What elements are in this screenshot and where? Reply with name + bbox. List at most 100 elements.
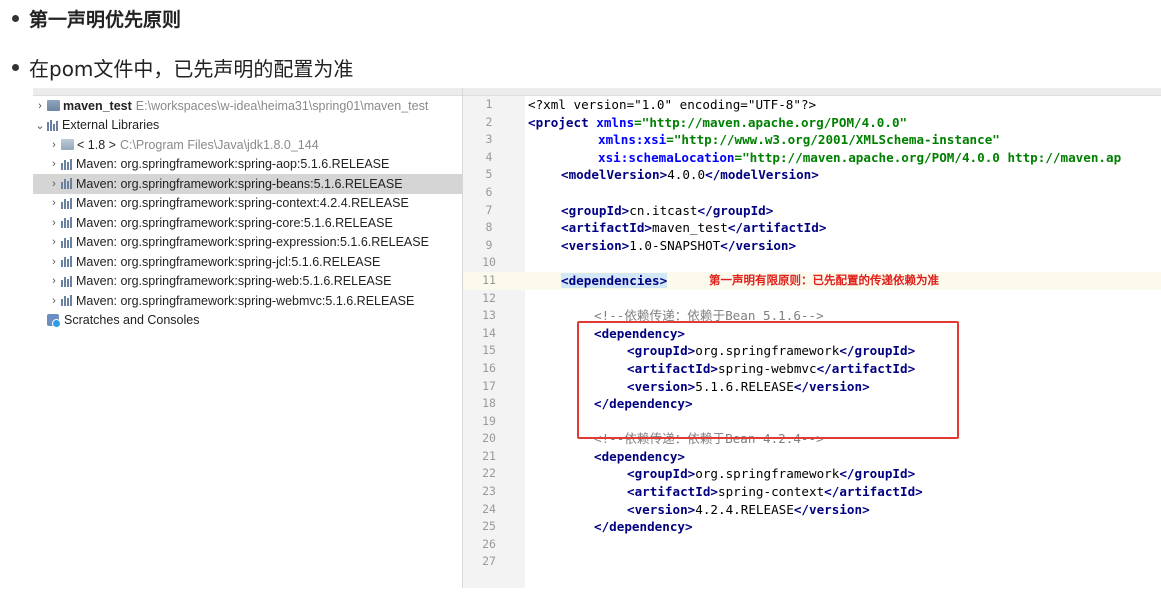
tree-item-library[interactable]: › Maven: org.springframework:spring-core… [33, 213, 462, 233]
maven-library-icon [61, 158, 73, 170]
code-token: </groupId> [697, 202, 774, 218]
bullet-heading: 第一声明优先原则 [4, 4, 181, 32]
tree-item-jdk[interactable]: › < 1.8 > C:\Program Files\Java\jdk1.8.0… [33, 135, 462, 155]
tree-item-project-root[interactable]: › maven_test E:\workspaces\w-idea\heima3… [33, 96, 462, 116]
dependencies-tag: <dependencies> [561, 272, 668, 288]
code-token: version [634, 501, 688, 517]
maven-library-icon [61, 236, 73, 248]
tree-item-library[interactable]: › Maven: org.springframework:spring-web:… [33, 272, 462, 292]
code-line: 21 <dependency> [463, 448, 1161, 466]
maven-library-icon [61, 217, 73, 229]
jdk-folder-icon [61, 139, 74, 151]
chevron-right-icon[interactable]: › [47, 178, 61, 190]
tree-item-library[interactable]: › Maven: org.springframework:spring-aop:… [33, 155, 462, 175]
line-number: 4 [485, 149, 493, 164]
code-line: 22 <groupId>org.springframework</groupId> [463, 465, 1161, 483]
chevron-right-icon[interactable]: › [47, 275, 61, 287]
code-line: 26 [463, 536, 1161, 554]
tree-item-library[interactable]: › Maven: org.springframework:spring-webm… [33, 291, 462, 311]
code-token: <version>4.2.4.RELEASE</version> [627, 501, 870, 519]
code-token: groupId [568, 202, 622, 218]
code-token: </version> [720, 237, 797, 253]
code-line: 10 [463, 254, 1161, 272]
chevron-right-icon[interactable]: › [33, 100, 47, 112]
code-editor[interactable]: 1 <?xml version="1.0" encoding="UTF-8"?> … [463, 88, 1161, 588]
code-token: groupId [854, 466, 908, 482]
code-token: </groupId> [839, 466, 916, 482]
chevron-right-icon[interactable]: › [47, 158, 61, 170]
code-token: xmlns [588, 114, 635, 130]
line-number: 15 [482, 343, 496, 358]
code-token: dependency [601, 448, 678, 464]
code-token: 4.0.0 [667, 167, 706, 183]
tree-item-library-selected[interactable]: › Maven: org.springframework:spring-bean… [33, 174, 462, 194]
code-token: <groupId> [627, 466, 696, 482]
code-token: modelVersion [720, 167, 812, 183]
code-token: xmlns:xsi="http://www.w3.org/2001/XMLSch… [598, 131, 1000, 149]
code-token: </version> [793, 501, 870, 517]
library-label: Maven: org.springframework:spring-core:5… [76, 215, 393, 230]
code-token: groupId [634, 466, 688, 482]
code-area[interactable]: 1 <?xml version="1.0" encoding="UTF-8"?> … [463, 96, 1161, 571]
scratches-label: Scratches and Consoles [64, 313, 200, 328]
code-token: 4.2.4.RELEASE [695, 501, 794, 517]
code-line-current[interactable]: 11 <dependencies> 第一声明有限原则：已先配置的传递依赖为准 [463, 271, 1161, 290]
code-token: artifactId [634, 484, 711, 500]
code-line: 2 <project xmlns="http://maven.apache.org… [463, 114, 1161, 132]
code-token: ="http://maven.apache.org/POM/4.0.0" [634, 114, 908, 130]
line-number: 19 [482, 413, 496, 428]
chevron-down-icon[interactable]: ⌄ [33, 119, 47, 132]
xml-declaration: <?xml version="1.0" encoding="UTF-8"?> [528, 97, 817, 112]
tree-item-library[interactable]: › Maven: org.springframework:spring-expr… [33, 233, 462, 253]
chevron-right-icon[interactable]: › [47, 236, 61, 248]
line-number: 25 [482, 519, 496, 534]
library-label: Maven: org.springframework:spring-webmvc… [76, 293, 415, 308]
line-number: 22 [482, 466, 496, 481]
tree-item-external-libraries[interactable]: ⌄ External Libraries [33, 116, 462, 136]
code-token: ="http://www.w3.org/2001/XMLSchema-insta… [666, 132, 1000, 148]
project-root-path: E:\workspaces\w-idea\heima31\spring01\ma… [135, 98, 429, 113]
highlight-box [577, 321, 959, 439]
code-line: 8 <artifactId>maven_test</artifactId> [463, 219, 1161, 237]
tree-item-library[interactable]: › Maven: org.springframework:spring-jcl:… [33, 252, 462, 272]
line-number: 14 [482, 325, 496, 340]
code-token: </modelVersion> [705, 167, 819, 183]
bullet-dot [12, 14, 19, 22]
code-token: dependencies [568, 272, 660, 288]
tree-item-library[interactable]: › Maven: org.springframework:spring-cont… [33, 194, 462, 214]
library-label: Maven: org.springframework:spring-jcl:5.… [76, 254, 381, 269]
code-token: 1.0-SNAPSHOT [629, 237, 721, 253]
line-number: 5 [485, 167, 493, 182]
code-token: <artifactId>maven_test</artifactId> [561, 219, 826, 237]
bullet-dot [12, 63, 19, 71]
library-label: Maven: org.springframework:spring-contex… [76, 196, 409, 211]
line-number: 10 [482, 255, 496, 270]
code-token: <version>1.0-SNAPSHOT</version> [561, 237, 796, 255]
code-token: dependency [609, 519, 685, 535]
line-number: 21 [482, 448, 496, 463]
tree-item-scratches[interactable]: Scratches and Consoles [33, 311, 462, 331]
maven-library-icon [61, 295, 73, 307]
code-token: <modelVersion> [561, 167, 668, 183]
chevron-right-icon[interactable]: › [47, 217, 61, 229]
project-root-name: maven_test [63, 98, 132, 113]
code-token: <groupId> [561, 202, 630, 218]
chevron-right-icon[interactable]: › [47, 197, 61, 209]
line-number: 1 [485, 97, 493, 111]
code-line: 7 <groupId>cn.itcast</groupId> [463, 202, 1161, 220]
chevron-right-icon[interactable]: › [47, 295, 61, 307]
code-token: xmlns:xsi [598, 132, 667, 148]
chevron-right-icon[interactable]: › [47, 139, 61, 151]
ide-screenshot: › maven_test E:\workspaces\w-idea\heima3… [33, 88, 1161, 588]
code-token: modelVersion [568, 167, 660, 183]
code-line: 5 <modelVersion>4.0.0</modelVersion> [463, 166, 1161, 184]
code-token: <modelVersion>4.0.0</modelVersion> [561, 166, 819, 184]
jdk-name: < 1.8 > [77, 137, 116, 152]
line-number: 16 [482, 360, 496, 375]
code-line: 24 <version>4.2.4.RELEASE</version> [463, 501, 1161, 519]
chevron-right-icon[interactable]: › [47, 256, 61, 268]
line-number: 20 [482, 431, 496, 446]
code-line: 3 xmlns:xsi="http://www.w3.org/2001/XMLSc… [463, 131, 1161, 149]
bullet-description-text: 在pom文件中，已先声明的配置为准 [29, 56, 354, 81]
line-number: 18 [482, 396, 496, 411]
